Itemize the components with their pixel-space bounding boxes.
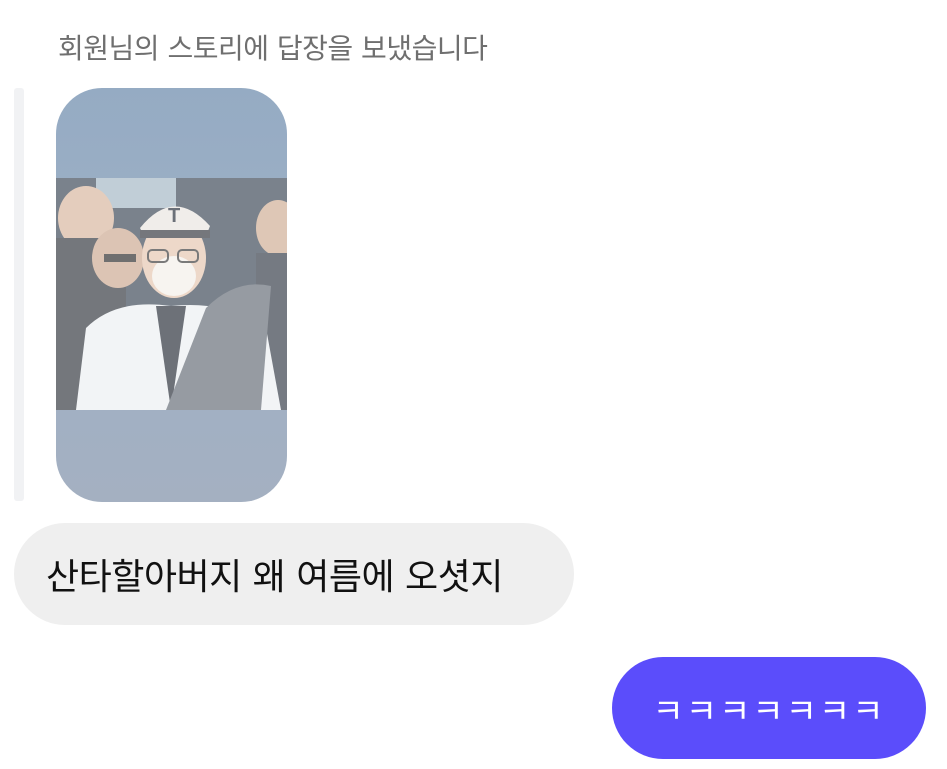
reply-quote-bar — [14, 88, 24, 501]
received-message-text: 산타할아버지 왜 여름에 오셧지 — [46, 557, 503, 598]
sent-message-bubble[interactable]: ㅋㅋㅋㅋㅋㅋㅋ — [612, 657, 926, 759]
sent-message-text: ㅋㅋㅋㅋㅋㅋㅋ — [652, 691, 886, 732]
story-photo: T — [56, 178, 287, 410]
received-message-bubble[interactable]: 산타할아버지 왜 여름에 오셧지 — [14, 523, 574, 625]
story-thumbnail[interactable]: T — [56, 88, 287, 502]
story-reply-caption: 회원님의 스토리에 답장을 보냈습니다 — [58, 32, 488, 65]
dm-thread: 회원님의 스토리에 답장을 보냈습니다 T 산타할아버지 왜 여름에 오셧지 ㅋ… — [0, 0, 947, 769]
story-overlay — [56, 178, 287, 410]
